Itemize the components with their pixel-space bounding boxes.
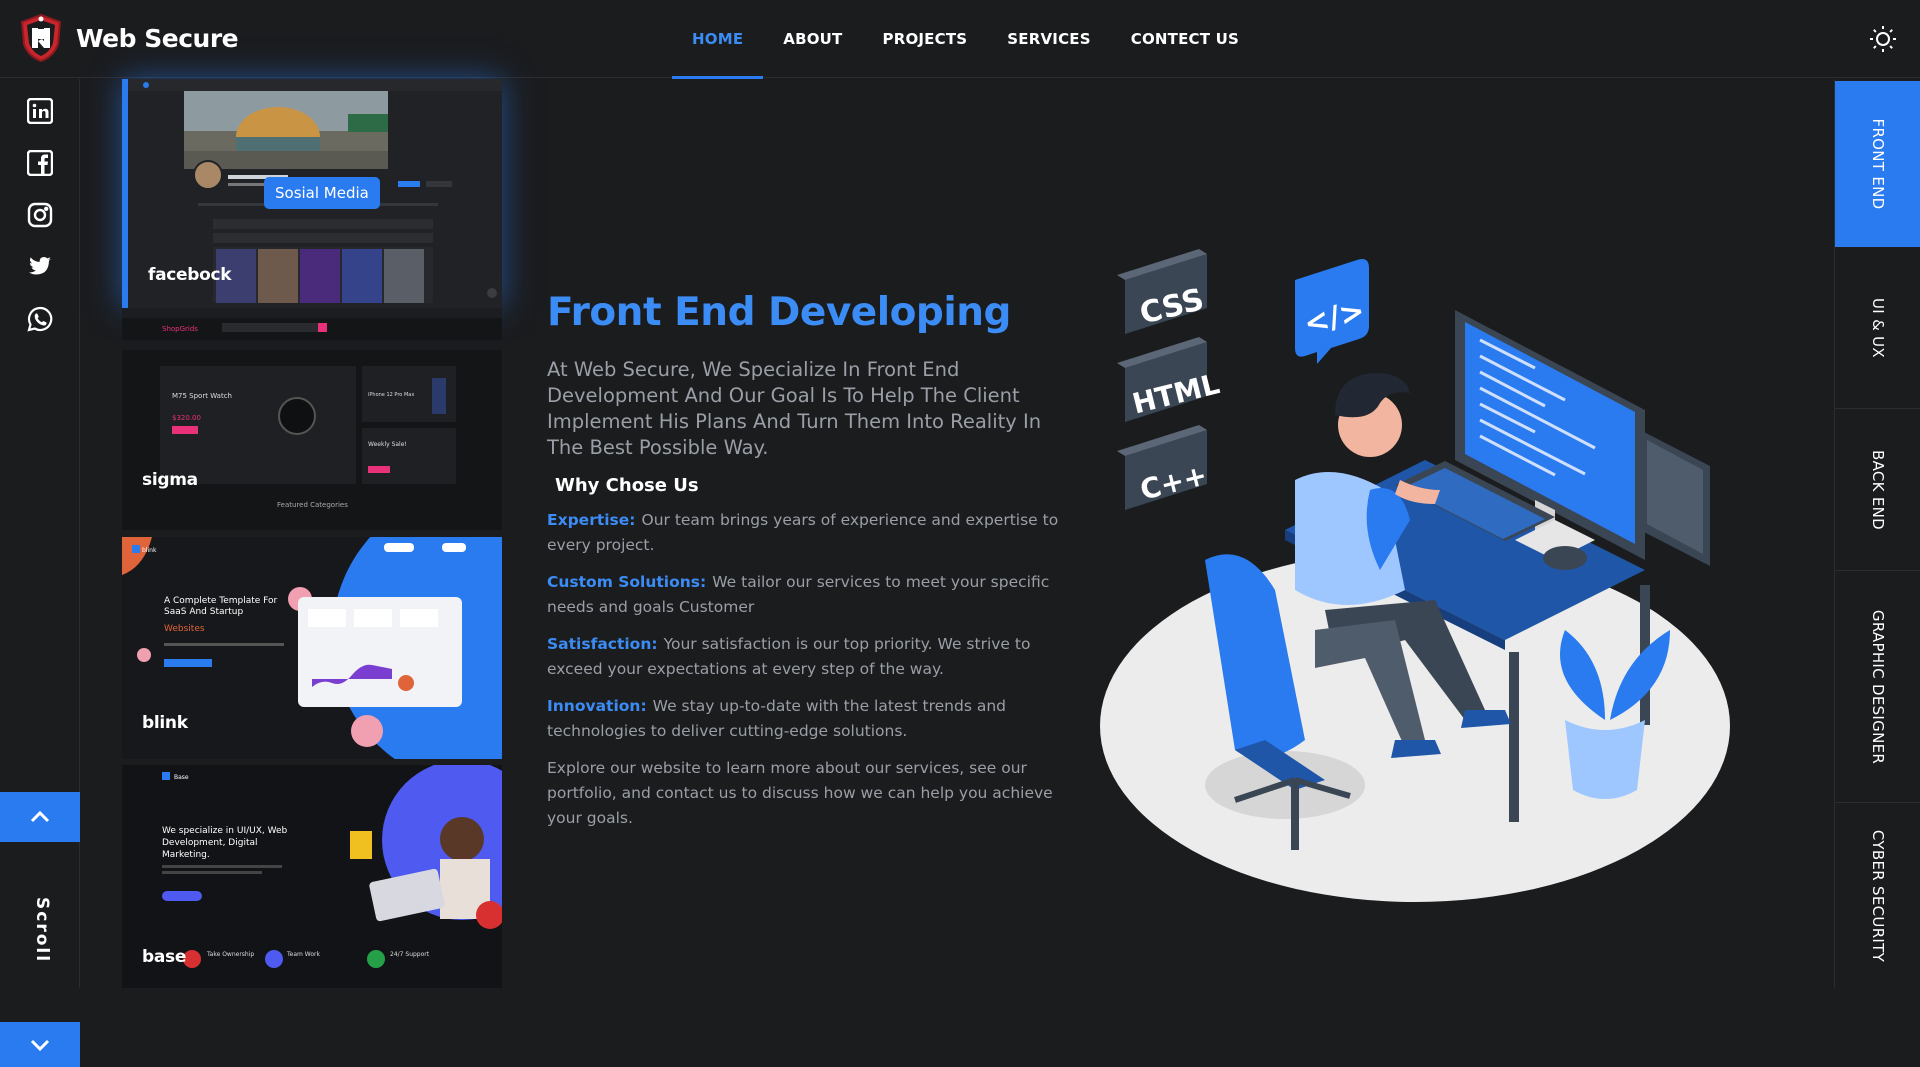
svg-text:ShopGrids: ShopGrids	[162, 325, 198, 333]
svg-text:Websites: Websites	[164, 624, 205, 634]
social-sidebar: Scroll	[0, 79, 80, 1067]
scroll-down-button[interactable]	[0, 1022, 80, 1067]
chevron-down-icon	[30, 1039, 50, 1051]
project-badge: Sosial Media	[264, 177, 380, 209]
sun-icon[interactable]	[1868, 24, 1898, 54]
svg-text:Featured Categories: Featured Categories	[277, 501, 348, 509]
why-choose-heading: Why Chose Us	[555, 475, 699, 496]
project-card-sigma[interactable]: ShopGrids M75 Sport Watch $320.00 iPhone…	[122, 308, 502, 530]
svg-text:iPhone 12 Pro Max: iPhone 12 Pro Max	[368, 392, 414, 398]
svg-text:M75 Sport Watch: M75 Sport Watch	[172, 392, 232, 400]
svg-text:Weekly Sale!: Weekly Sale!	[368, 441, 407, 448]
feature-expertise: Expertise: Our team brings years of exper…	[547, 511, 1059, 554]
svg-text:24/7 Support: 24/7 Support	[390, 951, 430, 958]
scroll-up-button[interactable]	[0, 792, 80, 842]
project-label-blink: blink	[142, 713, 188, 733]
service-description: Front End Developing At Web Secure, We S…	[547, 290, 1067, 831]
svg-text:A Complete Template For: A Complete Template For	[164, 596, 278, 606]
feature-satisfaction: Satisfaction: Your satisfaction is our to…	[547, 635, 1031, 678]
tab-graphic-designer[interactable]: GRAPHIC DESIGNER	[1835, 571, 1920, 803]
nav-contact[interactable]: CONTECT US	[1111, 0, 1259, 78]
tab-front-end[interactable]: FRONT END	[1835, 81, 1920, 247]
brand[interactable]: Web Secure	[20, 14, 239, 62]
project-card-blink[interactable]: blink A Complete Template For SaaS And S…	[122, 537, 502, 759]
shield-logo-icon	[20, 14, 62, 62]
code-bubble: </>	[1295, 259, 1369, 364]
facebook-icon[interactable]	[27, 150, 53, 176]
twitter-icon[interactable]	[27, 254, 53, 280]
tab-ui-ux[interactable]: UI & UX	[1835, 247, 1920, 409]
svg-text:$320.00: $320.00	[172, 414, 201, 422]
svg-text:Marketing.: Marketing.	[162, 850, 210, 860]
page-title: Front End Developing	[547, 290, 1011, 335]
lead-paragraph: At Web Secure, We Specialize In Front En…	[547, 358, 1042, 459]
tab-cyber-security[interactable]: CYBER SECURITY	[1835, 803, 1920, 988]
svg-text:Development, Digital: Development, Digital	[162, 838, 258, 848]
feature-custom-solutions: Custom Solutions: We tailor our services …	[547, 573, 1050, 616]
instagram-icon[interactable]	[27, 202, 53, 228]
svg-text:We specialize in UI/UX, Web: We specialize in UI/UX, Web	[162, 826, 288, 836]
developer-illustration: CSS HTML C++ </>	[1100, 249, 1730, 902]
linkedin-icon[interactable]	[27, 98, 53, 124]
nav-services[interactable]: SERVICES	[987, 0, 1110, 78]
project-gallery: Sosial Media facebock ShopGrids M75 Spor…	[122, 79, 502, 988]
project-label-sigma: sigma	[142, 470, 198, 490]
brand-name: Web Secure	[76, 23, 239, 53]
tab-back-end[interactable]: BACK END	[1835, 409, 1920, 571]
nav-projects[interactable]: PROJECTS	[863, 0, 988, 78]
html-tag: HTML	[1117, 337, 1223, 422]
top-header: Web Secure HOME ABOUT PROJECTS SERVICES …	[0, 0, 1920, 79]
category-sidebar: FRONT END UI & UX BACK END GRAPHIC DESIG…	[1834, 79, 1920, 988]
feature-innovation: Innovation: We stay up-to-date with the l…	[547, 697, 1007, 740]
svg-text:Team Work: Team Work	[286, 951, 320, 958]
svg-text:Base: Base	[174, 774, 189, 781]
svg-text:blink: blink	[142, 547, 157, 554]
project-label-base: base	[142, 947, 187, 967]
closing-paragraph: Explore our website to learn more about …	[547, 759, 1053, 827]
css-tag: CSS	[1117, 249, 1207, 334]
svg-text:SaaS And Startup: SaaS And Startup	[164, 607, 243, 617]
main-nav: HOME ABOUT PROJECTS SERVICES CONTECT US	[672, 0, 1259, 79]
svg-text:Take Ownership: Take Ownership	[206, 951, 254, 958]
chevron-up-icon	[30, 811, 50, 823]
cpp-tag: C++	[1117, 425, 1210, 510]
project-label-facebook: facebock	[148, 265, 232, 285]
project-card-facebook[interactable]: Sosial Media facebock	[122, 79, 502, 308]
nav-home[interactable]: HOME	[672, 0, 764, 79]
whatsapp-icon[interactable]	[27, 306, 53, 332]
project-card-base[interactable]: Base We specialize in UI/UX, Web Develop…	[122, 765, 502, 988]
sigma-preview-image: ShopGrids M75 Sport Watch $320.00 iPhone…	[122, 308, 502, 509]
nav-about[interactable]: ABOUT	[763, 0, 862, 78]
scroll-label: Scroll	[32, 897, 52, 964]
